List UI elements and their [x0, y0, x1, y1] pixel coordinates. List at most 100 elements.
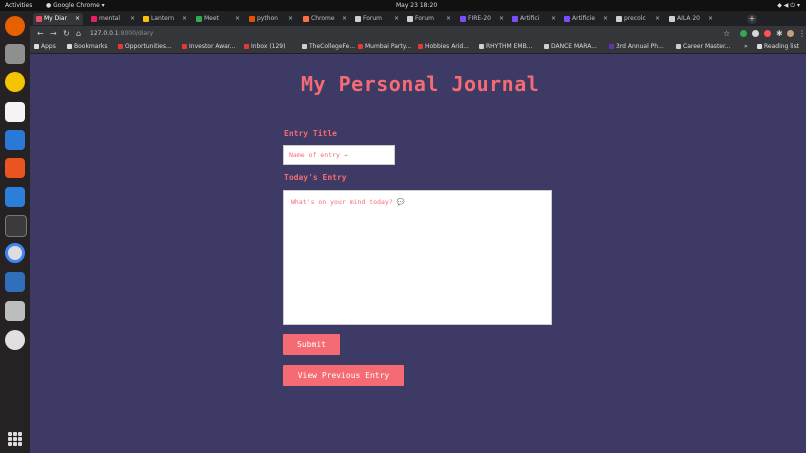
browser-tab[interactable]: Forum × [352, 13, 402, 25]
system-tray[interactable]: ◆ ◀ ⏻ ▾ [777, 0, 800, 11]
tab-favicon-icon [669, 15, 675, 22]
bookmarks-bar: Apps Bookmarks Opportunities... Investor Aw… [30, 41, 806, 54]
browser-tab[interactable]: My Diar × [33, 13, 83, 25]
browser-tab[interactable]: Meet × [193, 13, 243, 25]
show-apps-icon[interactable] [8, 432, 22, 446]
tab-label: My Diar [44, 15, 68, 22]
bookmark-item[interactable]: Mumbai Party... [358, 41, 411, 53]
rhythmbox-icon[interactable] [5, 72, 25, 92]
tab-favicon-icon [512, 15, 518, 22]
extension-icon[interactable] [740, 30, 747, 37]
forward-icon[interactable]: → [50, 28, 57, 39]
bookmark-icon [358, 44, 363, 49]
tab-favicon-icon [355, 15, 361, 22]
browser-tab[interactable]: Artificie × [561, 13, 611, 25]
profile-avatar[interactable] [787, 30, 794, 37]
browser-tab[interactable]: Chrome × [300, 13, 350, 25]
menu-caret-icon: ▾ [796, 2, 800, 9]
tab-close-icon[interactable]: × [342, 13, 347, 25]
tab-close-icon[interactable]: × [182, 13, 187, 25]
app-menu[interactable]: ● Google Chrome ▾ [46, 0, 105, 11]
bookmark-item[interactable]: DANCE MARA... [544, 41, 597, 53]
tab-close-icon[interactable]: × [708, 13, 713, 25]
browser-tab[interactable]: Forum × [404, 13, 454, 25]
tab-close-icon[interactable]: × [288, 13, 293, 25]
firefox-icon[interactable] [5, 16, 25, 36]
home-icon[interactable]: ⌂ [76, 28, 81, 39]
bookmark-star-icon[interactable]: ☆ [723, 28, 730, 39]
bookmark-item[interactable]: Inbox (129) [244, 41, 285, 53]
tab-label: Lantern [151, 15, 175, 22]
browser-tab[interactable]: FIRE-20 × [457, 13, 507, 25]
bookmark-item[interactable]: RHYTHM EMB... [479, 41, 532, 53]
tab-close-icon[interactable]: × [499, 13, 504, 25]
new-tab-button[interactable]: + [747, 14, 757, 24]
files-icon[interactable] [5, 44, 25, 64]
terminal-icon[interactable] [5, 215, 27, 237]
bookmark-item[interactable]: TheCollegeFe... [302, 41, 355, 53]
menu-kebab-icon[interactable]: ⋮ [798, 28, 806, 39]
bookmark-item[interactable]: 3rd Annual Ph... [609, 41, 664, 53]
bookmark-item[interactable]: Career Master... [676, 41, 731, 53]
back-icon[interactable]: ← [37, 28, 44, 39]
tab-label: Meet [204, 15, 219, 22]
vscode-icon[interactable] [5, 187, 25, 207]
reload-icon[interactable]: ↻ [63, 28, 70, 39]
dvd-icon[interactable] [5, 330, 25, 350]
submit-button[interactable]: Submit [283, 334, 340, 355]
tab-close-icon[interactable]: × [655, 13, 660, 25]
tab-label: Artificie [572, 15, 596, 22]
address-bar[interactable]: 127.0.0.1:8000/diary [90, 29, 153, 38]
view-previous-entry-button[interactable]: View Previous Entry [283, 365, 404, 386]
bookmark-icon [479, 44, 484, 49]
bookmark-label: Inbox (129) [251, 43, 286, 50]
entry-textarea[interactable] [283, 190, 552, 325]
libreoffice-writer-icon[interactable] [5, 102, 25, 122]
browser-tab[interactable]: Artifici × [509, 13, 559, 25]
bookmark-label: Bookmarks [74, 43, 108, 50]
extension-icon[interactable] [764, 30, 771, 37]
bookmarks-overflow-button[interactable]: » [744, 41, 748, 53]
extensions-puzzle-icon[interactable]: ✱ [776, 28, 783, 39]
thunderbird-icon[interactable] [5, 130, 25, 150]
browser-tab[interactable]: Lantern × [140, 13, 190, 25]
browser-tab[interactable]: mental × [88, 13, 138, 25]
bookmark-item[interactable]: Opportunities... [118, 41, 172, 53]
bookmark-label: Hobbies Arid... [425, 43, 469, 50]
network-icon: ◆ [777, 2, 782, 9]
tab-label: Forum [363, 15, 383, 22]
chrome-icon[interactable] [5, 243, 25, 263]
tab-close-icon[interactable]: × [551, 13, 556, 25]
clock[interactable]: May 23 18:20 [396, 0, 437, 11]
tab-close-icon[interactable]: × [130, 13, 135, 25]
tab-close-icon[interactable]: × [75, 13, 80, 25]
tab-close-icon[interactable]: × [394, 13, 399, 25]
tab-close-icon[interactable]: × [603, 13, 608, 25]
tab-close-icon[interactable]: × [446, 13, 451, 25]
extension-icon[interactable] [752, 30, 759, 37]
ubuntu-software-icon[interactable] [5, 158, 25, 178]
bookmark-icon [244, 44, 249, 49]
bookmark-item[interactable]: Bookmarks [67, 41, 108, 53]
usb-drive-icon[interactable] [5, 301, 25, 321]
bookmark-label: Apps [41, 43, 56, 50]
page-title: My Personal Journal [301, 72, 540, 96]
text-editor-icon[interactable] [5, 272, 25, 292]
tab-label: AILA 20 [677, 15, 701, 22]
bookmark-item[interactable]: Investor Awar... [182, 41, 235, 53]
bookmark-item[interactable]: Apps [34, 41, 56, 53]
tab-close-icon[interactable]: × [235, 13, 240, 25]
volume-icon: ◀ [783, 2, 789, 9]
activities-button[interactable]: Activities [5, 0, 32, 11]
browser-tab[interactable]: AILA 20 × [666, 13, 716, 25]
bookmark-icon [182, 44, 187, 49]
browser-tab[interactable]: python × [246, 13, 296, 25]
browser-tab[interactable]: precolc × [613, 13, 663, 25]
bookmark-icon [34, 44, 39, 49]
bookmark-item[interactable]: Hobbies Arid... [418, 41, 469, 53]
entry-title-input[interactable] [283, 145, 395, 165]
power-icon: ⏻ [790, 2, 796, 9]
bookmark-item[interactable]: Reading list [757, 41, 799, 53]
bookmark-icon [757, 44, 762, 49]
tab-strip: My Diar × mental × Lantern × Meet × python × Chrom… [30, 11, 806, 26]
